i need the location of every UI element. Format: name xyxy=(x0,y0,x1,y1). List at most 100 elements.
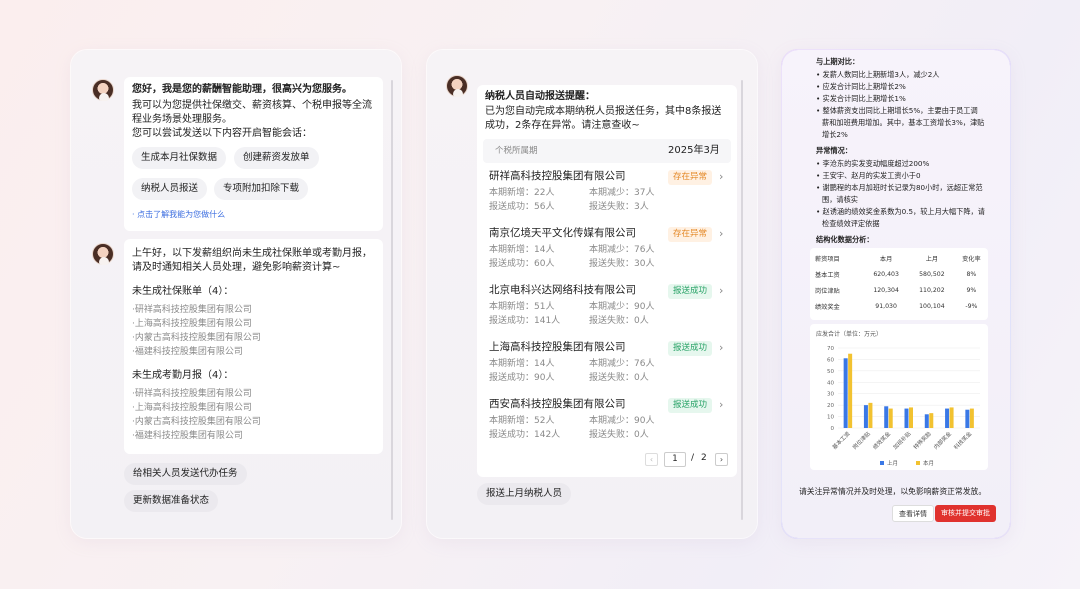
table-cell: 100,104 xyxy=(919,302,945,310)
company-row[interactable]: 研祥高科技控股集团有限公司 本期新增：22人 本期减少：37人 报送成功：56人 报送失… xyxy=(477,169,737,221)
stat-reduce: 本期减少：90人 xyxy=(589,302,655,312)
help-link[interactable]: · 点击了解我能为您做什么 xyxy=(132,209,225,220)
bar xyxy=(949,407,954,428)
prev-page-button[interactable]: ‹ xyxy=(645,453,658,466)
tax-bubble: 纳税人员自动报送提醒： 已为您自动完成本期纳税人员报送任务，其中8条报送 成功，… xyxy=(477,85,737,477)
next-page-button[interactable]: › xyxy=(715,453,728,466)
view-detail-button[interactable]: 查看详情 xyxy=(892,505,934,522)
x-tick-label: 绩效奖金 xyxy=(871,429,893,451)
stat-reduce: 本期减少：76人 xyxy=(589,359,655,369)
chevron-right-icon[interactable]: › xyxy=(719,341,723,354)
x-tick-label: 特殊奖励 xyxy=(911,429,933,451)
assistant-avatar xyxy=(92,243,114,265)
reminder-line: 上午好，以下发薪组织尚未生成社保账单或考勤月报， xyxy=(132,248,372,259)
stat-new: 本期新增：52人 xyxy=(489,416,555,426)
chevron-right-icon[interactable]: › xyxy=(719,170,723,183)
company-item: ·福建科技控股集团有限公司 xyxy=(132,431,243,441)
company-item: ·内蒙古高科技控股集团有限公司 xyxy=(132,333,261,343)
bar xyxy=(924,414,929,428)
company-row[interactable]: 南京亿境天平文化传媒有限公司 本期新增：14人 本期减少：76人 报送成功：60人 报送… xyxy=(477,226,737,278)
approve-submit-button[interactable]: 审核并提交审批 xyxy=(935,505,996,522)
bar xyxy=(945,408,950,428)
legend-swatch xyxy=(880,461,884,465)
stat-new: 本期新增：14人 xyxy=(489,359,555,369)
stat-success: 报送成功：90人 xyxy=(489,373,555,383)
x-tick-label: 岗位津贴 xyxy=(851,429,873,451)
x-tick-label: 加班补贴 xyxy=(891,429,913,451)
company-row[interactable]: 上海高科技控股集团有限公司 本期新增：14人 本期减少：76人 报送成功：90人 报送失… xyxy=(477,340,737,392)
x-tick-label: 科技奖金 xyxy=(952,429,974,451)
suggestion-chip[interactable]: 专项附加扣除下载 xyxy=(214,178,309,200)
stat-success: 报送成功：60人 xyxy=(489,259,555,269)
table-cell: 绩效奖金 xyxy=(815,303,840,311)
anomaly-item-cont: 检查绩效评定依据 xyxy=(822,219,880,228)
stat-reduce: 本期减少：76人 xyxy=(589,245,655,255)
suggestion-chip[interactable]: 生成本月社保数据 xyxy=(132,147,227,169)
company-item: ·研祥高科技控股集团有限公司 xyxy=(132,389,252,399)
y-tick-label: 10 xyxy=(827,415,834,421)
status-badge: 存在异常 xyxy=(668,170,713,185)
chat-panel-tax: 纳税人员自动报送提醒： 已为您自动完成本期纳税人员报送任务，其中8条报送 成功，… xyxy=(427,50,757,538)
compare-title: 与上期对比： xyxy=(816,57,860,66)
y-tick-label: 40 xyxy=(827,380,834,386)
bar xyxy=(969,408,974,428)
table-cell: 91,030 xyxy=(875,302,897,310)
table-cell: 岗位津贴 xyxy=(815,287,840,295)
compare-item-cont: 薪和加班费用增加。其中，基本工资增长3%，津贴 xyxy=(822,118,985,127)
anomaly-item: • 赵诱涵的绩效奖金系数为0.5，较上月大幅下降，请 xyxy=(816,207,985,216)
bar xyxy=(868,402,873,428)
company-row[interactable]: 西安高科技控股集团有限公司 本期新增：52人 本期减少：90人 报送成功：142人 报送… xyxy=(477,397,737,449)
company-row[interactable]: 北京电科兴达网络科技有限公司 本期新增：51人 本期减少：90人报送成功：141人 报… xyxy=(477,283,737,335)
company-item: ·研祥高科技控股集团有限公司 xyxy=(132,305,252,315)
bar xyxy=(863,405,868,428)
y-tick-label: 70 xyxy=(827,346,834,352)
suggestion-chip[interactable]: 纳税人员报送 xyxy=(132,178,208,200)
chevron-right-icon[interactable]: › xyxy=(719,398,723,411)
assistant-avatar xyxy=(92,79,114,101)
suggestion-chip[interactable]: 创建薪资发放单 xyxy=(234,147,319,169)
compare-item: • 发薪人数同比上期新增3人，减少2人 xyxy=(816,70,940,79)
bar xyxy=(909,407,913,428)
company-name: 南京亿境天平文化传媒有限公司 xyxy=(489,227,636,239)
greeting-line: 我可以为您提供社保缴交、薪资核算、个税申报等全流 xyxy=(132,100,372,111)
y-tick-label: 60 xyxy=(827,357,834,363)
status-badge: 报送成功 xyxy=(668,284,713,299)
stat-fail: 报送失败：30人 xyxy=(589,259,655,269)
period-value: 2025年3月 xyxy=(668,145,720,156)
page-input[interactable]: 1 xyxy=(664,452,686,467)
x-tick-label: 内部奖金 xyxy=(932,429,954,451)
analysis-table: 薪资项目 本月 上月 变化率 基本工资 620,403 580,502 8% 岗… xyxy=(810,248,988,320)
table-cell: 110,202 xyxy=(919,286,945,294)
status-badge: 报送成功 xyxy=(668,341,713,356)
chat-panel-greeting: 您好，我是您的薪酬智能助理，很高兴为您服务。 我可以为您提供社保缴交、薪资核算、… xyxy=(71,50,401,538)
y-tick-label: 30 xyxy=(827,392,834,398)
scrollbar[interactable] xyxy=(741,80,743,520)
table-header: 本月 xyxy=(879,255,893,263)
send-todo-button[interactable]: 给相关人员发送代办任务 xyxy=(124,463,247,485)
stat-new: 本期新增：51人 xyxy=(489,302,555,312)
greeting-line: 您可以尝试发送以下内容开启智能会话： xyxy=(132,128,312,139)
page-total: 2 xyxy=(701,453,707,463)
chevron-right-icon[interactable]: › xyxy=(719,284,723,297)
company-name: 北京电科兴达网络科技有限公司 xyxy=(489,284,636,296)
compare-item-cont: 增长2% xyxy=(822,130,848,139)
scrollbar[interactable] xyxy=(391,80,393,520)
company-name: 西安高科技控股集团有限公司 xyxy=(489,398,626,410)
section-title: 未生成考勤月报（4）： xyxy=(132,370,234,381)
report-last-month-button[interactable]: 报送上月纳税人员 xyxy=(477,483,572,505)
anomaly-title: 异常情况： xyxy=(816,146,852,155)
update-status-button[interactable]: 更新数据准备状态 xyxy=(124,490,219,512)
greeting-line: 程业务场景处理服务。 xyxy=(132,114,232,125)
table-header: 上月 xyxy=(925,255,939,263)
bar xyxy=(965,409,970,428)
bar xyxy=(884,406,889,428)
pagination: ‹ 1 / 2 › xyxy=(645,452,735,468)
stat-success: 报送成功：141人 xyxy=(489,316,561,326)
table-cell: 基本工资 xyxy=(815,271,840,279)
tax-title: 纳税人员自动报送提醒： xyxy=(485,91,595,102)
tax-desc: 成功，2条存在异常。请注意查收~ xyxy=(485,120,640,131)
chevron-right-icon[interactable]: › xyxy=(719,227,723,240)
company-name: 上海高科技控股集团有限公司 xyxy=(489,341,626,353)
help-link-label: 点击了解我能为您做什么 xyxy=(137,210,226,219)
company-item: ·上海高科技控股集团有限公司 xyxy=(132,319,252,329)
